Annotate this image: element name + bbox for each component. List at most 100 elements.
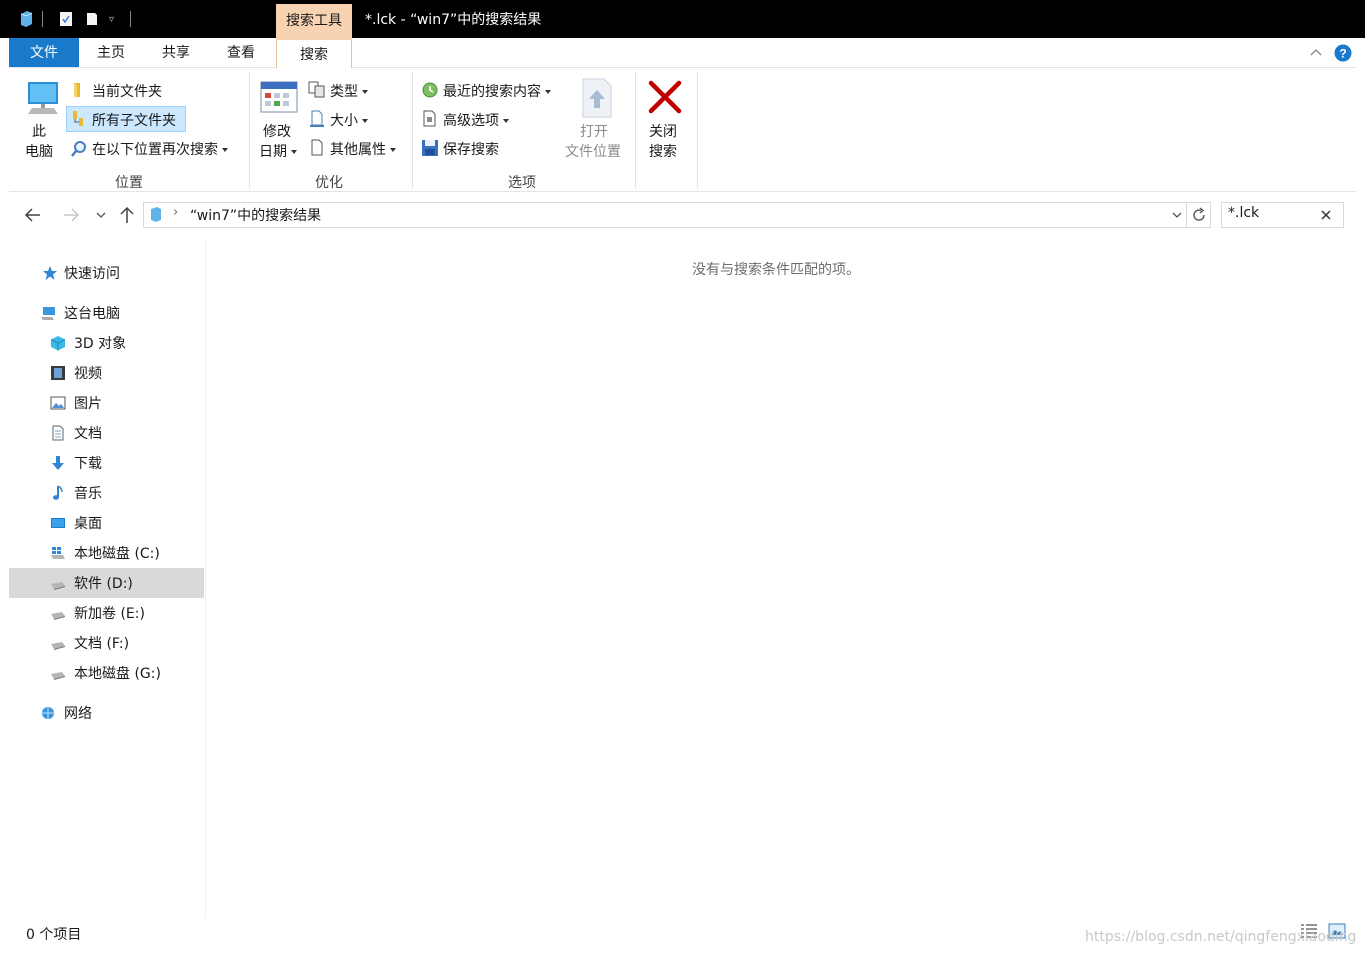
ribbon-tabs xyxy=(0,38,1365,68)
nav-item-downloads[interactable]: 下载 xyxy=(9,448,204,478)
nav-item-label: 文档 (F:) xyxy=(74,636,130,652)
kind-button[interactable]: 类型 xyxy=(330,81,368,101)
close-search-button[interactable]: 关闭 xyxy=(649,121,677,141)
chevron-down-icon xyxy=(545,90,551,94)
size-button[interactable]: 大小 xyxy=(330,110,368,130)
calendar-icon xyxy=(260,81,298,113)
pictures-icon xyxy=(50,396,66,410)
nav-item-pictures[interactable]: 图片 xyxy=(9,388,204,418)
nav-item-label: 本地磁盘 (G:) xyxy=(74,666,161,682)
properties-icon[interactable] xyxy=(58,10,74,28)
other-properties-button[interactable]: 其他属性 xyxy=(330,139,396,159)
folder-app-icon xyxy=(20,11,33,27)
date-modified-button-line2[interactable]: 日期 xyxy=(259,141,297,161)
help-icon[interactable]: ? xyxy=(1334,44,1352,62)
breadcrumb-chevron-icon[interactable]: › xyxy=(173,205,178,220)
group-label-options: 选项 xyxy=(508,175,536,191)
group-label-location: 位置 xyxy=(115,175,143,191)
size-icon xyxy=(310,110,324,127)
open-file-location-button[interactable]: 打开 xyxy=(580,121,608,141)
status-item-count: 0 个项目 xyxy=(26,927,82,943)
nav-item-label: 视频 xyxy=(74,366,102,382)
nav-item-documents[interactable]: 文档 xyxy=(9,418,204,448)
other-properties-label: 其他属性 xyxy=(330,142,386,158)
collapse-ribbon-icon[interactable] xyxy=(1309,46,1323,58)
nav-item-drive-g[interactable]: 本地磁盘 (G:) xyxy=(9,658,204,688)
downloads-icon xyxy=(52,456,64,470)
nav-this-pc-label: 这台电脑 xyxy=(64,306,120,322)
advanced-options-label: 高级选项 xyxy=(443,113,499,129)
nav-item-desktop[interactable]: 桌面 xyxy=(9,508,204,538)
nav-item-music[interactable]: 音乐 xyxy=(9,478,204,508)
nav-item-drive-f[interactable]: 文档 (F:) xyxy=(9,628,204,658)
advanced-options-button[interactable]: 高级选项 xyxy=(443,110,509,130)
search-again-button[interactable]: 在以下位置再次搜索 xyxy=(92,139,228,159)
file-list-area[interactable] xyxy=(207,238,1365,918)
nav-item-label: 软件 (D:) xyxy=(74,576,133,592)
up-arrow-icon[interactable] xyxy=(119,206,135,224)
this-pc-button-line2[interactable]: 电脑 xyxy=(25,141,53,161)
nav-item-label: 图片 xyxy=(74,396,102,412)
chevron-down-icon xyxy=(390,148,396,152)
drive-icon xyxy=(51,672,65,680)
recent-locations-chevron-icon[interactable] xyxy=(95,210,107,220)
network-icon xyxy=(42,707,54,719)
recent-searches-label: 最近的搜索内容 xyxy=(443,84,541,100)
tab-view[interactable]: 查看 xyxy=(216,38,266,68)
breadcrumb-current[interactable]: “win7”中的搜索结果 xyxy=(190,205,321,225)
address-dropdown-icon[interactable] xyxy=(1171,210,1183,220)
drive-icon xyxy=(51,582,65,590)
tab-share[interactable]: 共享 xyxy=(151,38,201,68)
advanced-options-icon xyxy=(423,110,436,127)
back-arrow-icon[interactable] xyxy=(24,207,42,223)
qa-separator xyxy=(130,11,131,27)
this-pc-icon xyxy=(41,307,55,320)
svg-text:?: ? xyxy=(1339,47,1346,61)
current-folder-button[interactable]: 当前文件夹 xyxy=(92,81,162,101)
size-label: 大小 xyxy=(330,113,358,129)
nav-network-label: 网络 xyxy=(64,706,92,722)
nav-item-drive-c[interactable]: 本地磁盘 (C:) xyxy=(9,538,204,568)
title-bar: ▿ 搜索工具 *.lck - “win7”中的搜索结果 xyxy=(0,0,1365,38)
search-again-label: 在以下位置再次搜索 xyxy=(92,142,218,158)
nav-network[interactable]: 网络 xyxy=(9,698,204,728)
current-folder-icon xyxy=(74,83,80,97)
tab-file[interactable]: 文件 xyxy=(9,38,79,68)
nav-quick-access[interactable]: 快速访问 xyxy=(9,258,204,288)
group-separator xyxy=(249,72,250,188)
system-drive-icon xyxy=(51,547,65,559)
this-pc-button[interactable]: 此 xyxy=(32,121,46,141)
nav-item-drive-d[interactable]: 软件 (D:) xyxy=(9,568,204,598)
close-search-button-line2[interactable]: 搜索 xyxy=(649,141,677,161)
drive-icon xyxy=(51,642,65,650)
date-modified-button[interactable]: 修改 xyxy=(263,121,291,141)
nav-item-videos[interactable]: 视频 xyxy=(9,358,204,388)
videos-icon xyxy=(51,366,65,380)
date-modified-label: 日期 xyxy=(259,144,287,160)
nav-this-pc[interactable]: 这台电脑 xyxy=(9,298,204,328)
desktop-icon xyxy=(51,518,65,528)
search-results-folder-icon xyxy=(151,207,161,222)
nav-item-drive-e[interactable]: 新加卷 (E:) xyxy=(9,598,204,628)
search-tools-context-label: 搜索工具 xyxy=(276,4,352,38)
group-separator xyxy=(635,72,636,188)
chevron-down-icon xyxy=(222,148,228,152)
customize-qa-icon[interactable]: ▿ xyxy=(109,14,114,25)
save-search-button[interactable]: 保存搜索 xyxy=(443,139,499,159)
chevron-down-icon xyxy=(503,119,509,123)
new-folder-icon[interactable] xyxy=(84,10,100,28)
nav-item-label: 3D 对象 xyxy=(74,336,127,352)
tab-home[interactable]: 主页 xyxy=(86,38,136,68)
nav-quick-access-label: 快速访问 xyxy=(64,266,120,282)
search-input-value: *.lck xyxy=(1228,205,1260,221)
tab-search[interactable]: 搜索 xyxy=(276,38,352,68)
recent-searches-button[interactable]: 最近的搜索内容 xyxy=(443,81,551,101)
clear-search-icon[interactable] xyxy=(1320,209,1332,221)
star-icon xyxy=(43,266,57,280)
open-file-location-button-line2[interactable]: 文件位置 xyxy=(565,141,621,161)
nav-item-3d-objects[interactable]: 3D 对象 xyxy=(9,328,204,358)
refresh-icon xyxy=(1193,207,1205,221)
forward-arrow-icon[interactable] xyxy=(62,207,80,223)
documents-icon xyxy=(52,425,64,441)
recent-searches-icon xyxy=(422,82,438,98)
